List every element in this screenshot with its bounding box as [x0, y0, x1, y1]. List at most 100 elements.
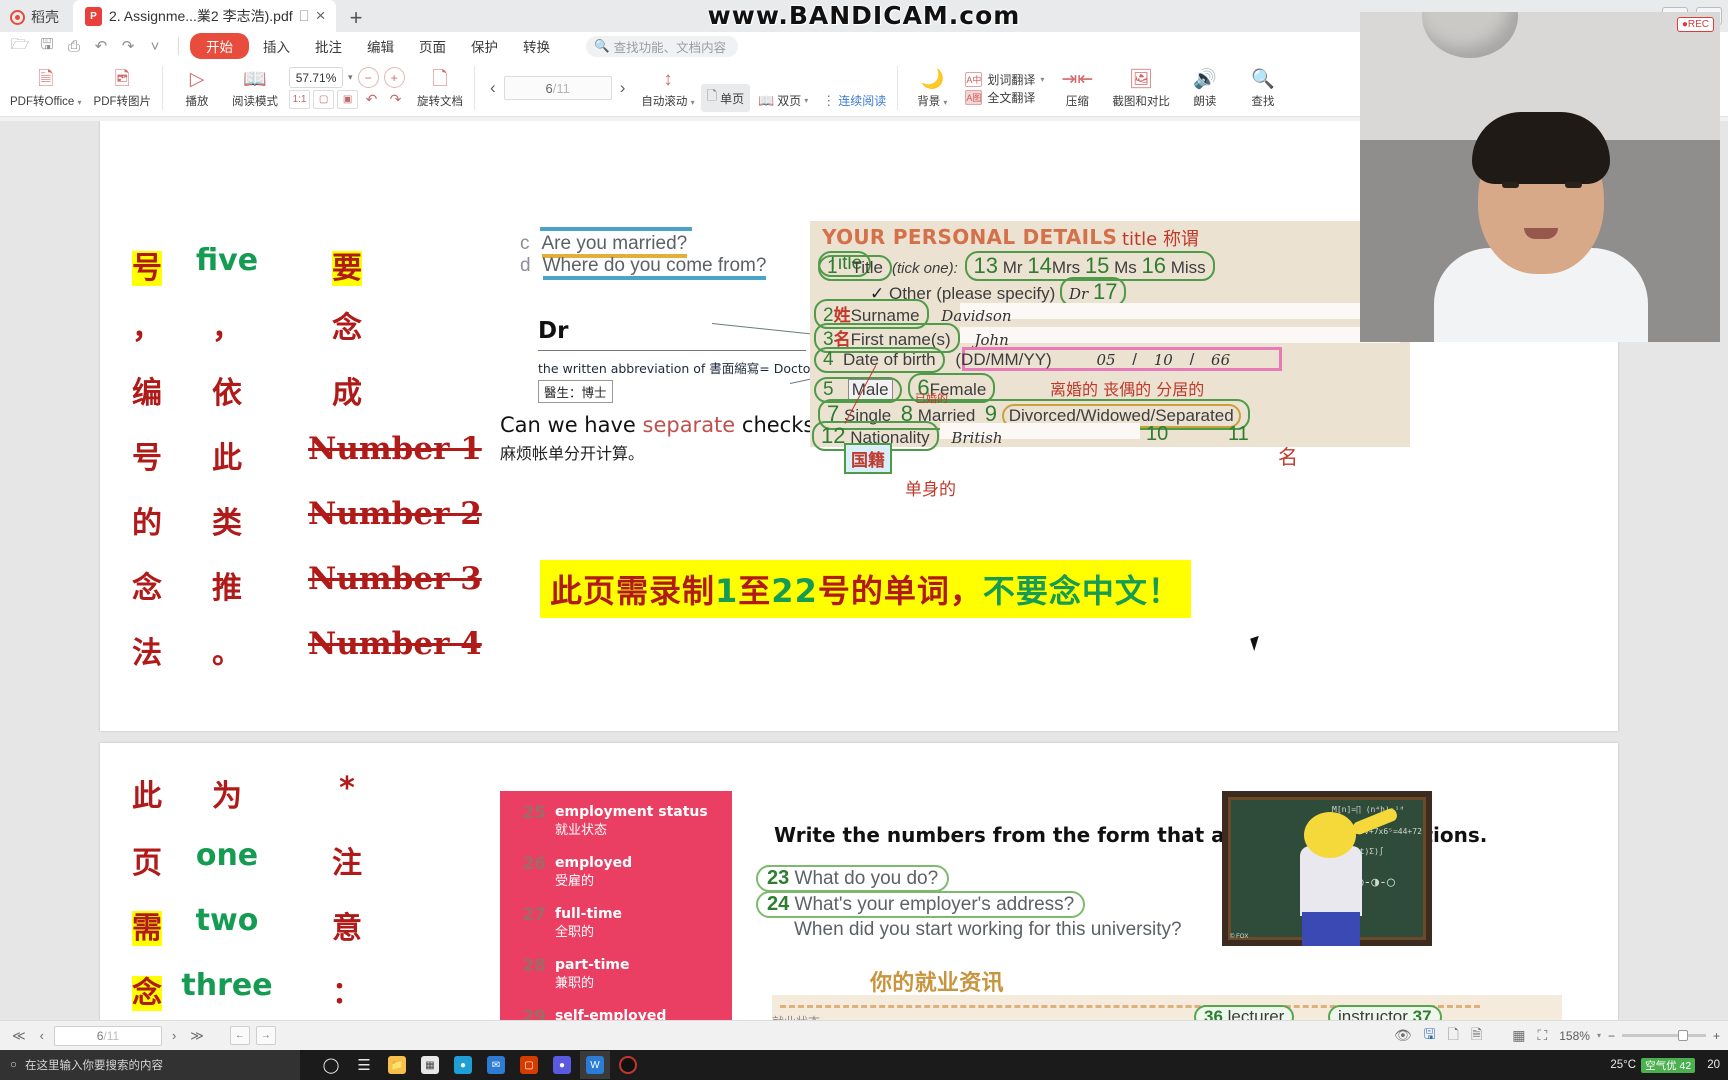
redo-icon[interactable]: ↷	[116, 35, 140, 57]
tab-protect[interactable]: 保护	[460, 34, 509, 58]
tab-annotate[interactable]: 批注	[304, 34, 353, 58]
view-double-page[interactable]: 📖 双页 ▾	[752, 89, 814, 112]
pdf-to-office-button[interactable]: 🗎 PDF转Office ▾	[4, 60, 88, 116]
prev-view-icon[interactable]: ←	[229, 1026, 250, 1045]
eye-icon[interactable]: 👁	[1394, 1027, 1412, 1044]
actual-size-icon[interactable]: 1:1	[289, 90, 311, 109]
taskbar-search[interactable]: ○ 在这里输入你要搜索的内容	[0, 1050, 300, 1080]
chevron-down-icon[interactable]: ˅	[143, 35, 167, 57]
tab-edit[interactable]: 编辑	[356, 34, 405, 58]
auto-scroll-icon: ↕	[663, 68, 673, 90]
print-icon[interactable]: ⎙	[62, 35, 86, 57]
single-page-icon[interactable]: 🗋	[1448, 1024, 1459, 1048]
close-tab-icon[interactable]: ×	[316, 6, 326, 26]
p2-col1-char-3: 念	[132, 976, 162, 1011]
full-translate-icon: A图	[965, 89, 983, 105]
document-tab[interactable]: P 2. Assignme...業2 李志浩).pdf ⎕ ×	[73, 0, 336, 32]
rotate-left-icon[interactable]: ↶	[361, 90, 382, 109]
air-quality: 空气优 42	[1641, 1057, 1696, 1073]
previous-page-icon[interactable]: ‹	[36, 1028, 48, 1043]
save-icon[interactable]: 🖫	[1424, 1024, 1436, 1048]
cortana-icon[interactable]: ◯	[316, 1051, 346, 1079]
previous-page-icon[interactable]: ‹	[486, 78, 500, 98]
chevron-down-icon[interactable]: ▾	[348, 72, 353, 83]
zoom-in-button[interactable]: +	[1713, 1029, 1720, 1043]
task-view-icon[interactable]: ☰	[349, 1051, 379, 1079]
recording-instruction-banner: 此页需录制1至22号的单词，不要念中文！	[540, 560, 1191, 618]
wps-icon[interactable]: W	[580, 1051, 610, 1079]
rotate-document-button[interactable]: 🗋 旋转文档	[411, 60, 469, 116]
zoom-out-button[interactable]: −	[1608, 1029, 1615, 1043]
file-explorer-icon[interactable]: 📁	[382, 1051, 412, 1079]
read-mode-button[interactable]: 📖 阅读模式	[226, 60, 284, 116]
col3-char-1: 念	[332, 311, 362, 346]
new-tab-button[interactable]: +	[336, 7, 377, 32]
p2-col3-char-0: *	[339, 771, 355, 806]
dr-chinese: 醫生：博士	[538, 380, 613, 403]
recorder-icon[interactable]	[613, 1051, 643, 1079]
fit-page-icon[interactable]: ⛶	[1537, 1027, 1547, 1044]
compress-button[interactable]: ⇥⇤ 压缩	[1048, 60, 1106, 116]
firstname-write-line	[960, 327, 1400, 343]
word-translate-button[interactable]: A中 划词翻译 ▾	[965, 71, 1044, 88]
full-translate-button[interactable]: A图 全文翻译	[965, 89, 1044, 106]
list-item: 29 self-employed自雇的	[522, 1007, 667, 1020]
fit-page-icon[interactable]: ▢	[313, 90, 335, 109]
mail-icon[interactable]: ✉	[481, 1051, 511, 1079]
zoom-out-button[interactable]: −	[357, 67, 379, 88]
microsoft-store-icon[interactable]: ▦	[415, 1051, 445, 1079]
tab-page[interactable]: 页面	[408, 34, 457, 58]
next-view-icon[interactable]: →	[255, 1026, 276, 1045]
pdf-to-image-button[interactable]: 🖻 PDF转图片	[88, 60, 158, 116]
last-page-icon[interactable]: ≫	[186, 1028, 208, 1044]
rotate-right-icon[interactable]: ↷	[385, 90, 406, 109]
grid-view-icon[interactable]: ▦	[1512, 1027, 1525, 1044]
col3-item-4: Number 2	[308, 496, 482, 532]
next-page-icon[interactable]: ›	[168, 1028, 180, 1043]
screenshot-compare-button[interactable]: 🖼 截图和对比	[1106, 60, 1176, 116]
webcam-overlay: ●REC	[1360, 12, 1720, 342]
p2-col1-char-0: 此	[132, 779, 162, 814]
undo-icon[interactable]: ↶	[89, 35, 113, 57]
fit-width-icon[interactable]: ▣	[337, 90, 359, 109]
open-folder-icon[interactable]: 🗁	[8, 35, 32, 57]
compress-icon: ⇥⇤	[1061, 68, 1094, 90]
auto-scroll-button[interactable]: ↕ 自动滚动 ▾	[635, 60, 700, 116]
status-page-field[interactable]: 6/11	[53, 1025, 162, 1046]
save-icon[interactable]: 🖫	[35, 35, 59, 57]
question-24: 24 What's your employer's address?	[756, 891, 1086, 918]
background-button[interactable]: 🌙 背景 ▾	[903, 60, 961, 116]
zoom-slider[interactable]	[1621, 1030, 1706, 1041]
tab-convert[interactable]: 转换	[512, 34, 561, 58]
chevron-down-icon[interactable]: ▾	[1597, 1031, 1601, 1040]
first-page-icon[interactable]: ≪	[8, 1028, 30, 1044]
find-button[interactable]: 🔍 查找	[1234, 60, 1292, 116]
next-page-icon[interactable]: ›	[616, 78, 630, 98]
weather-widget[interactable]: 25°C 空气优 42	[1610, 1057, 1696, 1073]
col1-char-0: 号	[132, 251, 162, 286]
read-aloud-button[interactable]: 🔊 朗读	[1176, 60, 1234, 116]
view-continuous[interactable]: ⋮ 连续阅读	[816, 89, 892, 112]
p2-col1-char-1: 页	[132, 846, 162, 881]
app-icon[interactable]: ●	[547, 1051, 577, 1079]
edge-icon[interactable]: ●	[448, 1051, 478, 1079]
page-number-field[interactable]: 6/11	[503, 76, 612, 100]
tab-start[interactable]: 开始	[190, 33, 249, 59]
question-c: c Are you married?	[520, 233, 688, 258]
person-right-eye	[1565, 182, 1582, 188]
col2-char-6: 。	[212, 636, 242, 671]
tab-insert[interactable]: 插入	[252, 34, 301, 58]
ribbon-search-box[interactable]: 🔍 查找功能、文档内容	[586, 35, 739, 57]
play-button[interactable]: ▷ 播放	[168, 60, 226, 116]
form-title-note: title 称谓	[1122, 229, 1199, 250]
double-page-icon[interactable]: 🗎	[1471, 1024, 1482, 1048]
page-total: /11	[552, 80, 570, 96]
office-icon[interactable]: ▢	[514, 1051, 544, 1079]
app-logo-tab[interactable]: 稻壳	[0, 2, 73, 32]
p2-col3-char-3: ：	[332, 976, 362, 1011]
zoom-value-field[interactable]: 57.71%	[289, 67, 344, 88]
zoom-in-button[interactable]: +	[383, 67, 405, 88]
view-single-page[interactable]: 🗋 单页	[700, 84, 751, 112]
clock[interactable]: 20	[1707, 1059, 1720, 1071]
restore-icon[interactable]: ⎕	[300, 8, 309, 25]
